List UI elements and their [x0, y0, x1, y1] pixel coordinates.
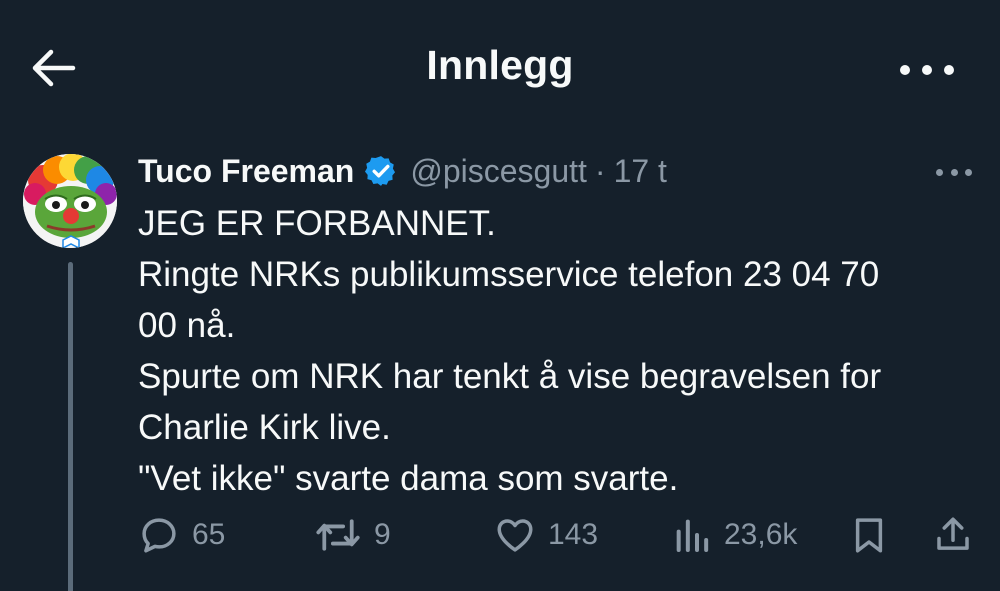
post-author-row: Tuco Freeman @piscesgutt · 17 t — [138, 149, 667, 193]
post-text-line: Ringte NRKs publikumsservice telefon 23 … — [138, 255, 880, 294]
more-dot — [922, 65, 932, 75]
heart-icon — [497, 519, 533, 552]
page-title: Innlegg — [426, 42, 574, 88]
meta-separator: · — [594, 152, 606, 189]
post-text-line: 00 nå. — [138, 306, 236, 345]
author-handle[interactable]: @piscesgutt — [410, 153, 587, 190]
views-chart-icon — [676, 519, 709, 552]
avatar[interactable] — [23, 154, 117, 248]
more-horizontal-icon — [936, 168, 943, 176]
like-count: 143 — [548, 518, 599, 551]
post-text: JEG ER FORBANNET. Ringte NRKs publikumss… — [138, 198, 978, 504]
reply-icon — [142, 518, 176, 553]
top-bar: Innlegg — [0, 0, 1000, 140]
clown-frog-avatar-image — [23, 154, 117, 248]
repost-button[interactable]: 9 — [314, 510, 391, 560]
more-dot — [965, 168, 972, 176]
repost-icon — [316, 519, 360, 551]
bookmark-icon — [855, 518, 883, 553]
post-text-line: "Vet ikke" svarte dama som svarte. — [138, 459, 679, 498]
views-button[interactable]: 23,6k — [672, 510, 797, 560]
views-count: 23,6k — [724, 518, 798, 551]
post-detail-screen: Innlegg Tuco Freeman @piscesgutt · 17 t … — [0, 0, 1000, 591]
verified-badge-icon — [364, 154, 398, 188]
share-button[interactable] — [932, 510, 974, 560]
more-dot — [944, 65, 954, 75]
reply-button[interactable]: 65 — [138, 510, 225, 560]
author-name[interactable]: Tuco Freeman — [138, 153, 354, 190]
share-icon — [937, 517, 969, 550]
more-options-button[interactable] — [900, 62, 954, 78]
post-action-bar: 65 9 143 23,6k — [0, 510, 1000, 560]
reply-count: 65 — [192, 518, 226, 551]
bookmark-button[interactable] — [848, 510, 890, 560]
post-text-line: JEG ER FORBANNET. — [138, 204, 496, 243]
post-text-line: Spurte om NRK har tenkt å vise begravels… — [138, 357, 882, 396]
post-text-line: Charlie Kirk live. — [138, 408, 391, 447]
repost-count: 9 — [374, 518, 391, 551]
post-timestamp[interactable]: 17 t — [614, 153, 667, 190]
more-dot — [950, 168, 958, 176]
more-horizontal-icon — [900, 65, 910, 75]
like-button[interactable]: 143 — [494, 510, 598, 560]
post-more-button[interactable] — [936, 167, 972, 177]
